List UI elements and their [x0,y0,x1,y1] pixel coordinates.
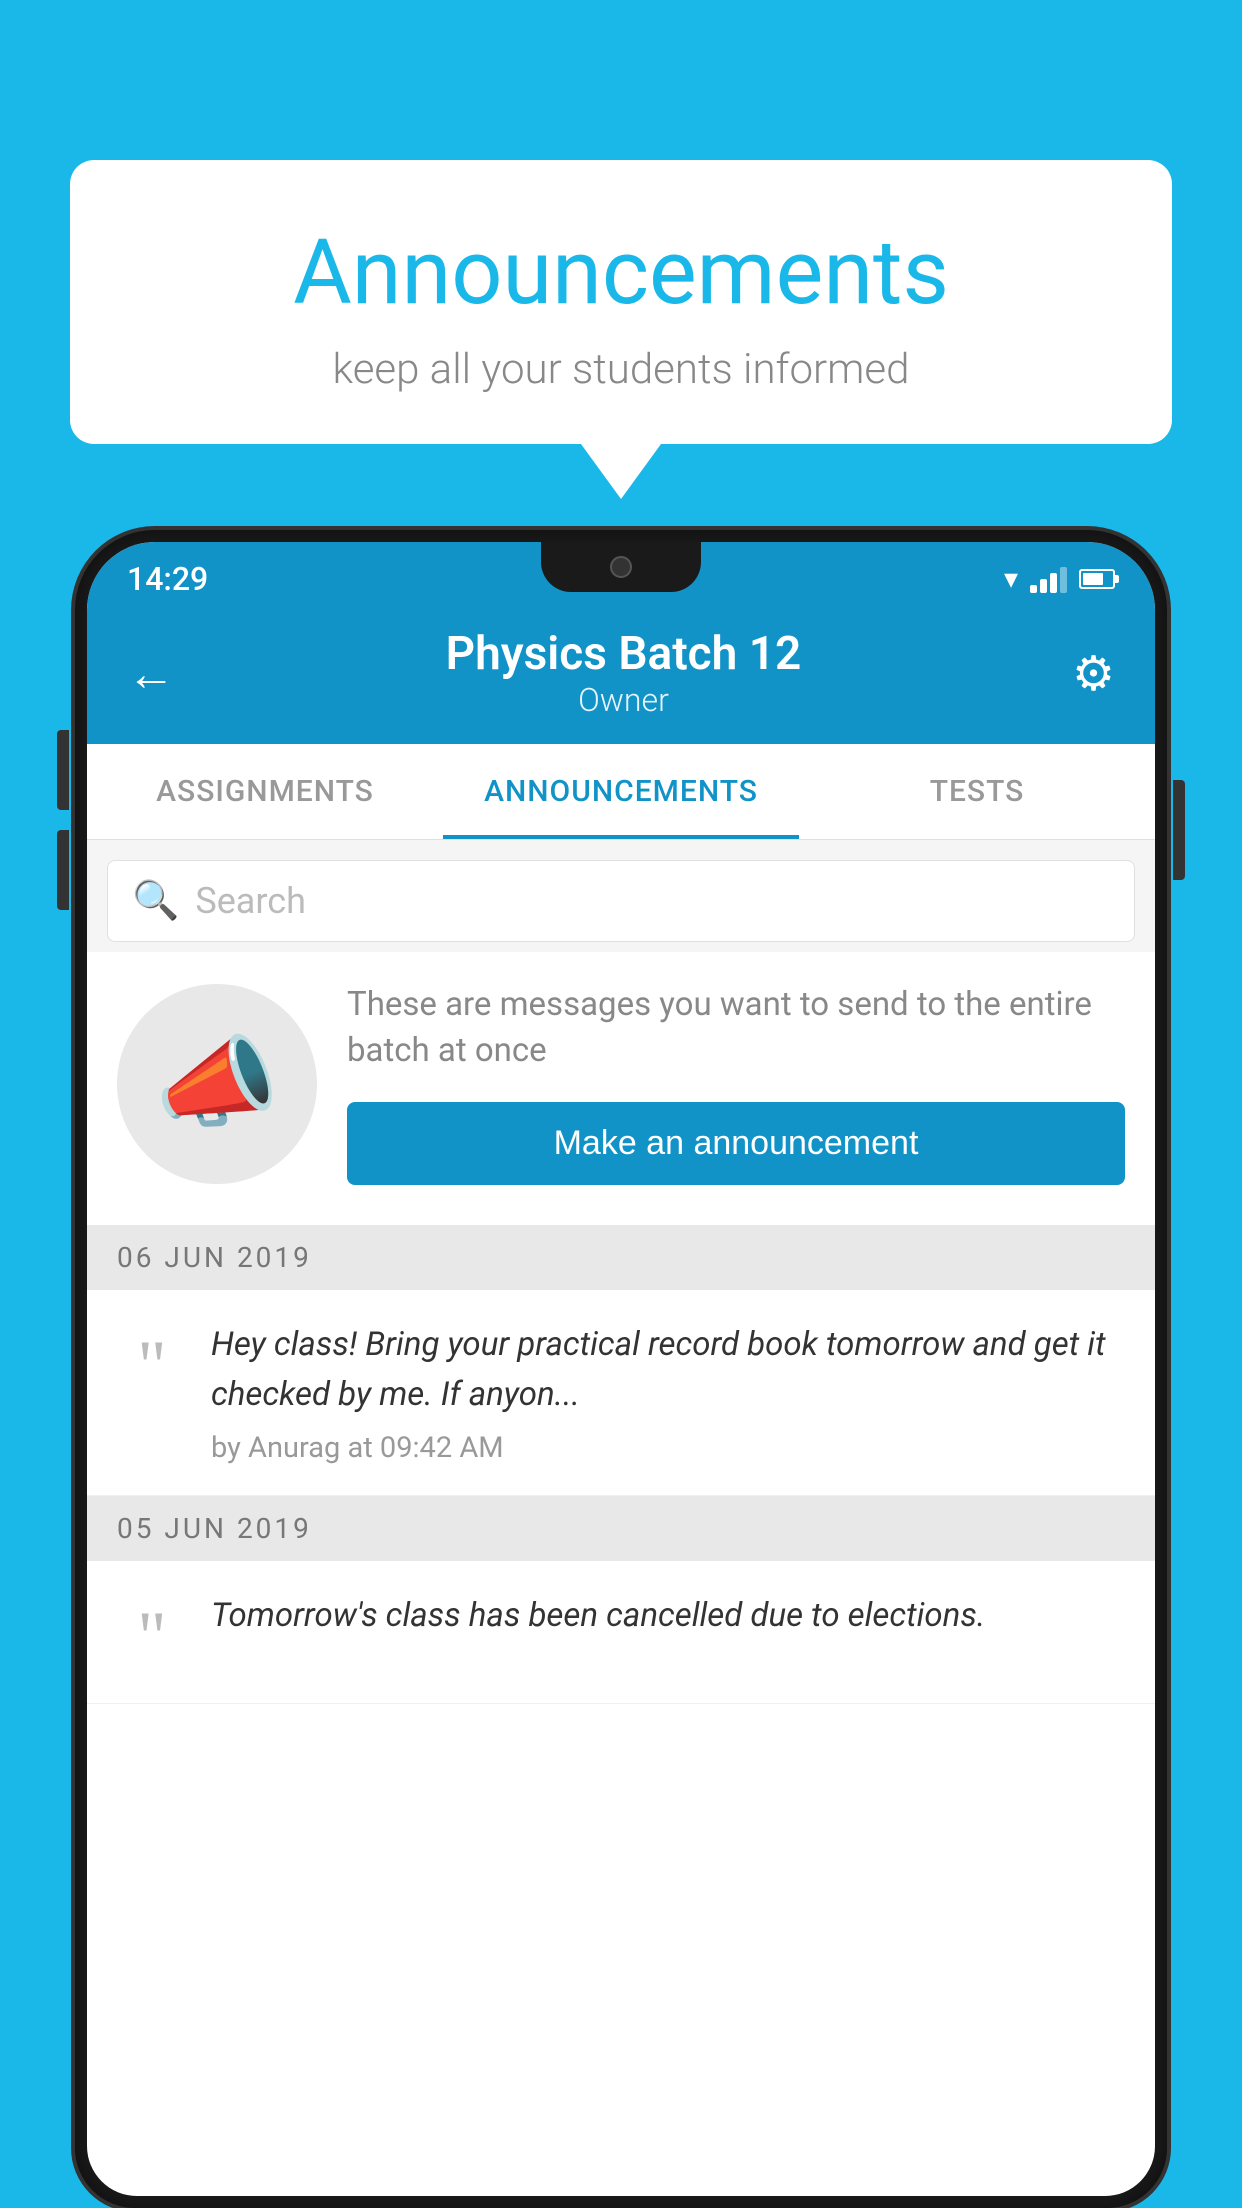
megaphone-icon: 📣 [155,1025,280,1142]
phone-outer: 14:29 ▾ ← Phys [75,530,1167,2208]
app-header: ← Physics Batch 12 Owner ⚙ [87,607,1155,744]
volume-up-button[interactable] [57,730,69,810]
wifi-icon: ▾ [1004,562,1018,595]
announcement-item-2[interactable]: " Tomorrow's class has been cancelled du… [87,1561,1155,1704]
signal-icon [1030,565,1067,593]
quote-icon-2: " [117,1601,187,1673]
header-subtitle: Owner [446,681,802,719]
phone-container: 14:29 ▾ ← Phys [75,530,1167,2208]
status-time: 14:29 [127,560,208,598]
promo-card: 📣 These are messages you want to send to… [87,952,1155,1225]
search-placeholder: Search [195,880,306,922]
announcement-meta-1: by Anurag at 09:42 AM [211,1431,1125,1465]
megaphone-circle: 📣 [117,984,317,1184]
settings-button[interactable]: ⚙ [1072,645,1115,702]
power-button[interactable] [1173,780,1185,880]
announcement-text-1: Hey class! Bring your practical record b… [211,1320,1125,1419]
announcement-item-1[interactable]: " Hey class! Bring your practical record… [87,1290,1155,1496]
promo-text-group: These are messages you want to send to t… [347,982,1125,1185]
tab-announcements[interactable]: ANNOUNCEMENTS [443,744,799,839]
battery-icon [1079,569,1115,589]
front-camera [610,556,632,578]
phone-screen: 14:29 ▾ ← Phys [87,542,1155,2196]
date-separator-2: 05 JUN 2019 [87,1496,1155,1561]
volume-down-button[interactable] [57,830,69,910]
speech-bubble: Announcements keep all your students inf… [70,160,1172,444]
battery-fill [1083,573,1103,585]
make-announcement-button[interactable]: Make an announcement [347,1102,1125,1185]
announcement-text-group-1: Hey class! Bring your practical record b… [211,1320,1125,1465]
tab-assignments[interactable]: ASSIGNMENTS [87,744,443,839]
tabs-container: ASSIGNMENTS ANNOUNCEMENTS TESTS [87,744,1155,840]
quote-icon-1: " [117,1330,187,1402]
promo-description: These are messages you want to send to t… [347,982,1125,1074]
date-separator-1: 06 JUN 2019 [87,1225,1155,1290]
phone-notch [541,542,701,592]
speech-bubble-arrow [581,444,661,499]
status-icons: ▾ [1004,562,1115,595]
tab-tests[interactable]: TESTS [799,744,1155,839]
announcement-text-group-2: Tomorrow's class has been cancelled due … [211,1591,1125,1653]
speech-bubble-container: Announcements keep all your students inf… [70,160,1172,499]
speech-bubble-subtitle: keep all your students informed [130,345,1112,394]
header-title: Physics Batch 12 [446,627,802,681]
speech-bubble-title: Announcements [130,220,1112,325]
content-area: 🔍 Search 📣 These are messages you want t… [87,840,1155,1704]
header-title-group: Physics Batch 12 Owner [446,627,802,719]
announcement-text-2: Tomorrow's class has been cancelled due … [211,1591,1125,1641]
search-icon: 🔍 [132,879,179,923]
back-button[interactable]: ← [127,645,175,702]
search-bar[interactable]: 🔍 Search [107,860,1135,942]
